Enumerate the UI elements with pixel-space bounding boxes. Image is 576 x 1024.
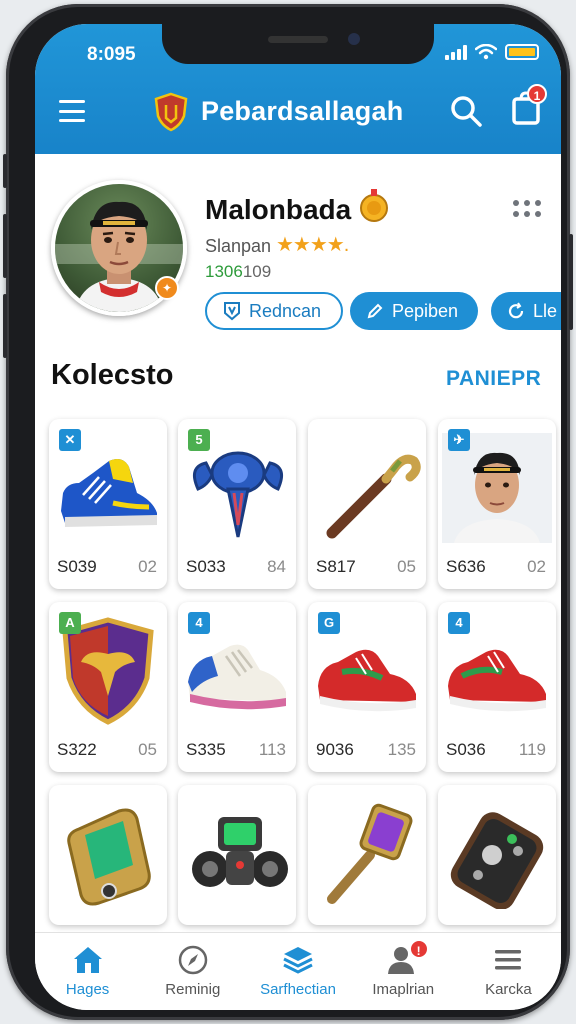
card-count: 119 [518, 740, 546, 759]
screen: 8:095 Pebardsallagah 1 ✦ Malonbada Slanp… [35, 24, 561, 1010]
redeem-button[interactable]: Redncan [205, 292, 343, 330]
gold-device-image [67, 808, 151, 906]
layers-icon [283, 947, 313, 974]
rarity-tag-icon: A [59, 612, 81, 634]
rarity-tag-icon: 4 [448, 612, 470, 634]
card-code: S036 [446, 740, 486, 759]
nav-item-collection[interactable]: Sarfhectian [245, 933, 350, 1010]
refresh-icon [508, 302, 524, 319]
shopping-bag-button[interactable]: 1 [511, 84, 547, 131]
card-code: S033 [186, 557, 226, 576]
card-code: S335 [186, 740, 226, 759]
profile-alert-badge: ! [408, 939, 429, 959]
notch [162, 24, 434, 64]
level-badge-icon: ✦ [155, 276, 179, 300]
wifi-icon [475, 44, 497, 60]
nav-label-collection: Sarfhectian [260, 981, 336, 998]
collection-card[interactable] [438, 785, 556, 925]
profile-points: 1306109 [205, 262, 271, 282]
collection-card[interactable]: 4 S335 113 [178, 602, 296, 772]
refresh-button[interactable]: Lle [491, 292, 561, 330]
rating-stars: ★★★★. [276, 234, 349, 256]
purple-gem-key-image [327, 803, 413, 904]
card-code: S636 [446, 557, 486, 576]
badge-icon [224, 302, 240, 321]
golden-cane-image [326, 454, 421, 539]
profile-rank: Slanpan [205, 236, 272, 256]
medal-icon [360, 189, 388, 222]
phone-frame: 8:095 Pebardsallagah 1 ✦ Malonbada Slanp… [3, 4, 573, 1020]
collection-card[interactable]: A S322 05 [49, 602, 167, 772]
nav-item-home[interactable]: Hages [35, 933, 140, 1010]
card-code: 9036 [316, 740, 354, 759]
menu-icon [495, 950, 522, 970]
card-code: S817 [316, 557, 356, 576]
mute-switch [3, 154, 7, 188]
rarity-tag-icon: G [318, 612, 340, 634]
rarity-tag-icon: ✈ [448, 429, 470, 451]
profile-name: Malonbada [205, 194, 352, 225]
compass-icon [178, 945, 208, 975]
nav-label-ranking: Reminig [165, 981, 221, 998]
front-camera [348, 33, 360, 45]
card-count: 113 [258, 740, 286, 759]
shield-logo [154, 92, 188, 132]
collection-card[interactable] [308, 785, 426, 925]
nav-item-more[interactable]: Karcka [456, 933, 561, 1010]
robot-gadget-image [192, 817, 288, 887]
rarity-tag-icon: ✕ [59, 429, 81, 451]
collection-card[interactable]: 4 S036 119 [438, 602, 556, 772]
power-button [569, 234, 573, 330]
collection-card[interactable]: ✈ S636 02 [438, 419, 556, 589]
card-count: 02 [527, 557, 546, 576]
status-icons [445, 44, 539, 60]
status-time: 8:095 [87, 44, 136, 65]
collection-link[interactable]: PANIEPR [446, 367, 541, 391]
points-value: 1306 [205, 262, 243, 281]
edit-button[interactable]: Pepiben [350, 292, 478, 330]
rating-suffix: . [343, 234, 349, 256]
battery-icon [505, 44, 539, 60]
card-count: 02 [138, 557, 157, 576]
search-icon[interactable] [449, 94, 483, 128]
rarity-tag-icon: 5 [188, 429, 210, 451]
points-suffix: 109 [242, 262, 272, 281]
hamburger-icon[interactable] [59, 100, 85, 122]
card-code: S322 [57, 740, 97, 759]
collection-card[interactable]: 5 S033 84 [178, 419, 296, 589]
app-title: Pebardsallagah [201, 96, 404, 126]
bag-badge: 1 [527, 84, 547, 104]
nav-label-more: Karcka [485, 981, 532, 998]
home-icon [73, 947, 102, 973]
card-count: 05 [397, 557, 416, 576]
refresh-label: Lle [533, 300, 558, 321]
more-options-icon[interactable] [513, 200, 541, 217]
rarity-tag-icon: 4 [188, 612, 210, 634]
nav-item-ranking[interactable]: Reminig [140, 933, 245, 1010]
collection-title: Kolecsto [51, 359, 174, 391]
speaker [268, 36, 328, 43]
collection-card[interactable]: G 9036 135 [308, 602, 426, 772]
bottom-nav: Hages Reminig Sarfhectian ! Imaplrian Ka… [35, 932, 561, 1010]
bronze-controller-image [450, 812, 544, 909]
redeem-label: Redncan [249, 300, 322, 321]
collection-card[interactable]: S817 05 [308, 419, 426, 589]
card-count: 05 [138, 740, 157, 759]
collection-card[interactable] [49, 785, 167, 925]
collection-card[interactable] [178, 785, 296, 925]
card-count: 84 [267, 557, 286, 576]
volume-up-button [3, 214, 7, 278]
nav-item-profile[interactable]: ! Imaplrian [351, 933, 456, 1010]
card-code: S039 [57, 557, 97, 576]
signal-icon [445, 44, 467, 60]
nav-label-home: Hages [65, 981, 110, 998]
card-count: 135 [387, 740, 416, 759]
collection-card[interactable]: ✕ S039 02 [49, 419, 167, 589]
nav-label-profile: Imaplrian [372, 981, 435, 998]
pencil-icon [367, 303, 383, 319]
volume-down-button [3, 294, 7, 358]
edit-label: Pepiben [392, 300, 459, 321]
